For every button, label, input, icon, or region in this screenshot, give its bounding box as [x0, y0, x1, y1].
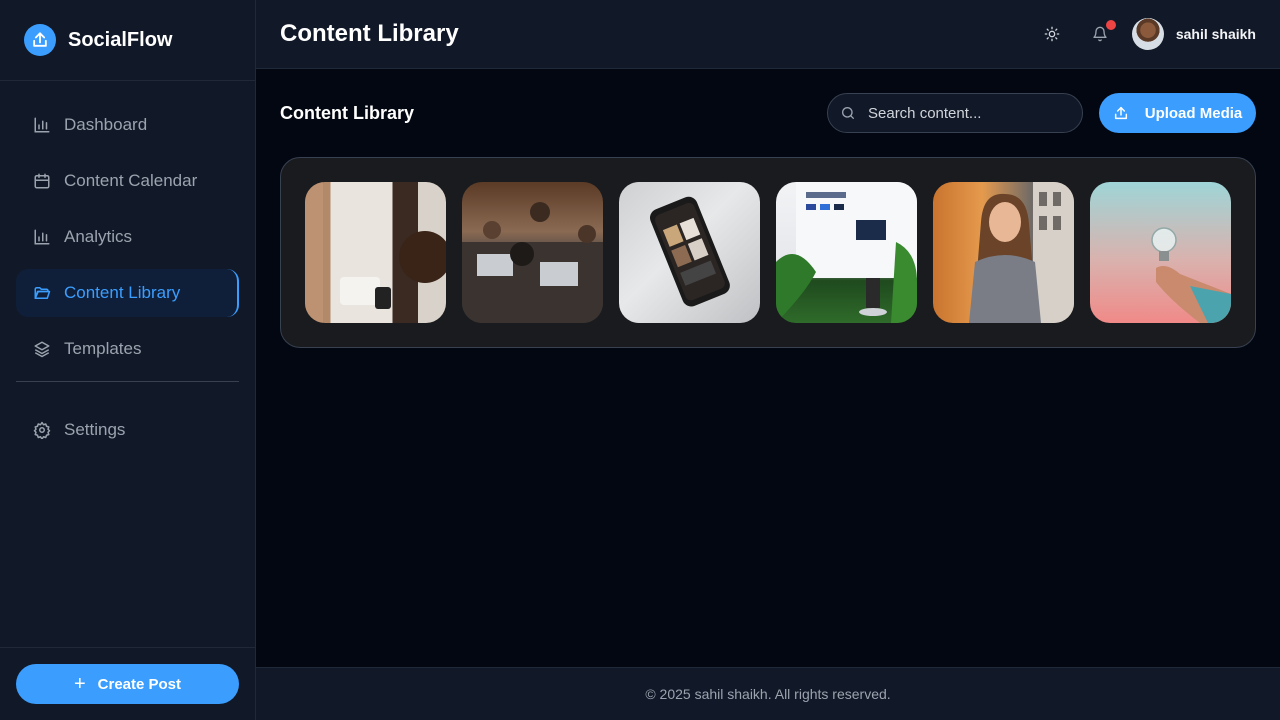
sidebar-item-settings[interactable]: Settings: [16, 406, 239, 454]
media-thumbnail[interactable]: [1090, 182, 1231, 323]
plus-icon: +: [73, 673, 86, 695]
avatar[interactable]: [1131, 18, 1164, 50]
sidebar-item-label: Content Library: [64, 283, 181, 302]
copyright-text: © 2025 sahil shaikh. All rights reserved…: [645, 686, 891, 702]
theme-toggle-button[interactable]: [1036, 18, 1068, 50]
search-input[interactable]: [868, 104, 1068, 122]
sidebar-item-label: Analytics: [64, 227, 133, 246]
page-footer: © 2025 sahil shaikh. All rights reserved…: [256, 667, 1280, 720]
sidebar-item-label: Settings: [64, 420, 126, 439]
media-thumbnail[interactable]: [305, 182, 446, 323]
notifications-button[interactable]: [1084, 18, 1116, 50]
header-actions: sahil shaikh: [1036, 18, 1256, 50]
create-post-button[interactable]: + Create Post: [16, 664, 239, 704]
sidebar-item-label: Dashboard: [64, 115, 148, 134]
media-thumbnail[interactable]: [933, 182, 1074, 323]
brand-name: SocialFlow: [68, 28, 173, 51]
gear-icon: [32, 420, 52, 440]
media-gallery: [280, 157, 1256, 348]
sidebar-item-content-library[interactable]: Content Library: [16, 269, 239, 317]
media-thumbnail[interactable]: [462, 182, 603, 323]
sidebar-item-dashboard[interactable]: Dashboard: [16, 101, 239, 149]
sidebar: SocialFlow Dashboard Content Calendar An…: [0, 0, 256, 720]
upload-icon: [1113, 105, 1129, 121]
sun-icon: [1044, 26, 1060, 42]
main-content: Content Library Upload Media: [256, 69, 1280, 667]
search-box: [827, 93, 1083, 133]
bar-chart-icon: [32, 227, 52, 247]
section-title: Content Library: [280, 102, 415, 123]
search-icon: [840, 105, 856, 121]
upload-media-label: Upload Media: [1144, 104, 1243, 122]
brand[interactable]: SocialFlow: [0, 0, 255, 81]
sidebar-item-label: Templates: [64, 339, 142, 358]
sidebar-bottom-nav: Settings: [0, 382, 255, 454]
create-post-label: Create Post: [97, 675, 182, 693]
section-toolbar: Content Library Upload Media: [280, 93, 1256, 133]
folder-open-icon: [32, 283, 52, 303]
upload-media-button[interactable]: Upload Media: [1099, 93, 1256, 133]
bell-icon: [1092, 26, 1108, 42]
media-thumbnail[interactable]: [619, 182, 760, 323]
sidebar-footer: + Create Post: [0, 647, 255, 720]
sidebar-item-content-calendar[interactable]: Content Calendar: [16, 157, 239, 205]
page-title: Content Library: [280, 20, 459, 47]
user-name[interactable]: sahil shaikh: [1176, 26, 1256, 42]
sidebar-nav: Dashboard Content Calendar Analytics Con…: [0, 81, 255, 373]
media-thumbnail[interactable]: [776, 182, 917, 323]
notification-badge: [1105, 20, 1116, 30]
sidebar-item-label: Content Calendar: [64, 171, 198, 190]
calendar-icon: [32, 171, 52, 191]
sidebar-item-templates[interactable]: Templates: [16, 325, 239, 373]
sidebar-item-analytics[interactable]: Analytics: [16, 213, 239, 261]
top-header: Content Library sahil shaikh: [256, 0, 1280, 69]
upload-logo-icon: [24, 24, 56, 56]
bar-chart-icon: [32, 115, 52, 135]
layers-icon: [32, 339, 52, 359]
